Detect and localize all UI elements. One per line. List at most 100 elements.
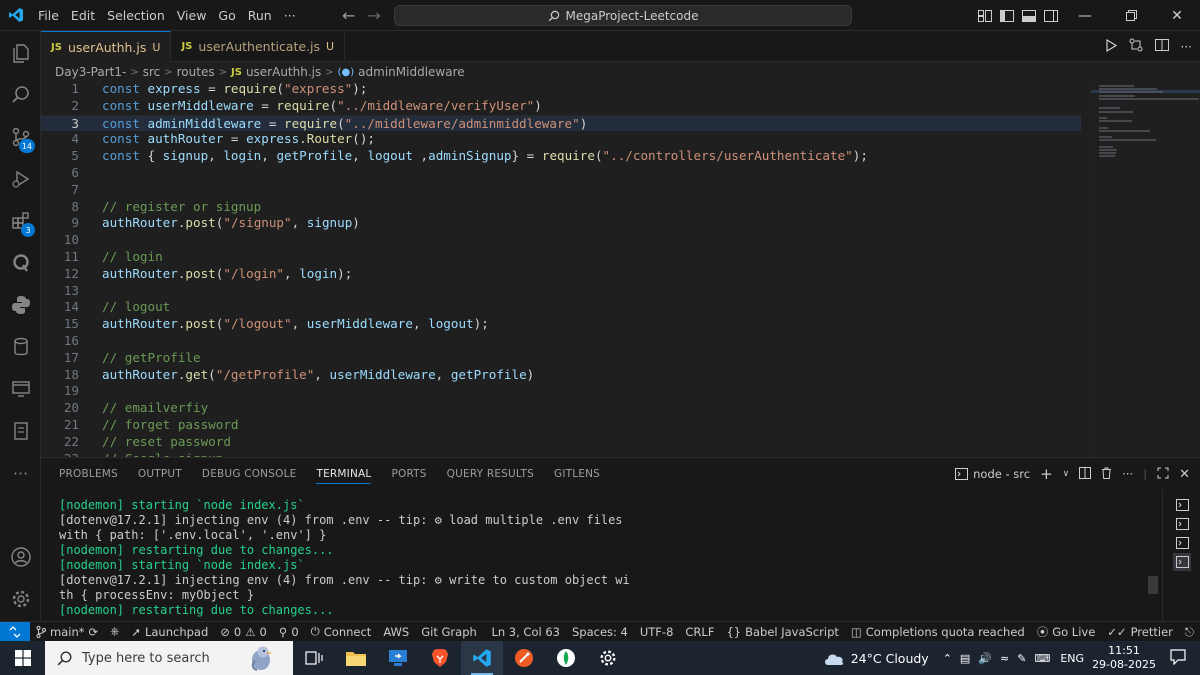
remote-explorer-icon[interactable] [0, 369, 41, 409]
code-line[interactable]: 11 // login [41, 249, 1081, 266]
pen-icon[interactable]: ✎ [1017, 652, 1026, 665]
settings-gear-icon[interactable] [587, 641, 629, 675]
tab-terminal[interactable]: TERMINAL [316, 464, 372, 484]
settings-gear-icon[interactable] [0, 579, 41, 619]
more-actions-icon[interactable]: ··· [1122, 467, 1133, 481]
code-line[interactable]: 12 authRouter.post("/login", login); [41, 266, 1081, 283]
terminal-output[interactable]: [nodemon] starting `node index.js` [doten… [59, 498, 1139, 618]
maximize-panel-icon[interactable] [1157, 467, 1169, 482]
brave-browser-icon[interactable] [419, 641, 461, 675]
terminal-instance-icon[interactable] [1173, 496, 1191, 514]
chevron-up-icon[interactable]: ⌃ [943, 652, 952, 665]
menu-run[interactable]: Run [242, 0, 278, 31]
terminal-instance-icon[interactable] [1173, 515, 1191, 533]
code-line[interactable]: 18 authRouter.get("/getProfile", userMidd… [41, 367, 1081, 384]
breadcrumb-item[interactable]: src [143, 65, 161, 79]
code-line[interactable]: 2 const userMiddleware = require("../midd… [41, 98, 1081, 115]
run-debug-icon[interactable] [0, 159, 41, 199]
git-graph-button[interactable]: Git Graph [415, 625, 483, 639]
forward-arrow-icon[interactable]: → [367, 6, 380, 25]
menu-view[interactable]: View [171, 0, 213, 31]
back-arrow-icon[interactable]: ← [342, 6, 355, 25]
code-line[interactable]: 10 [41, 232, 1081, 249]
vscode-taskbar-icon[interactable] [461, 641, 503, 675]
mongodb-compass-icon[interactable] [545, 641, 587, 675]
breadcrumb-item[interactable]: Day3-Part1- [55, 65, 126, 79]
breadcrumb-item[interactable]: userAuthh.js [246, 65, 321, 79]
new-terminal-icon[interactable]: + [1040, 465, 1053, 483]
terminal-selector[interactable]: node - src [955, 467, 1030, 481]
cursor-position[interactable]: Ln 3, Col 63 [485, 625, 566, 639]
go-live-button[interactable]: ⦿ Go Live [1031, 624, 1102, 640]
minimap[interactable] [1090, 81, 1200, 457]
split-terminal-icon[interactable] [1079, 466, 1092, 482]
source-control-icon[interactable]: 14 [0, 117, 41, 157]
code-line[interactable]: 14 // logout [41, 299, 1081, 316]
menu-file[interactable]: File [32, 0, 65, 31]
remote-desktop-icon[interactable] [377, 641, 419, 675]
gitlens-icon[interactable]: ⎈ [104, 624, 125, 639]
close-icon[interactable]: ✕ [1154, 0, 1200, 31]
code-line[interactable]: 1 const express = require("express"); [41, 81, 1081, 98]
tab-problems[interactable]: PROBLEMS [59, 468, 118, 480]
toggle-panel-icon[interactable] [1018, 0, 1040, 31]
prettier-button[interactable]: ✓✓ Prettier [1101, 625, 1179, 639]
search-activity-icon[interactable] [0, 75, 41, 115]
run-file-icon[interactable] [1105, 38, 1117, 55]
code-line[interactable]: 16 [41, 333, 1081, 350]
split-editor-icon[interactable] [1154, 39, 1169, 54]
more-views-icon[interactable]: ··· [0, 453, 41, 493]
toggle-secondary-sidebar-icon[interactable] [1040, 0, 1062, 31]
code-editor[interactable]: 1 const express = require("express"); 2 con… [41, 81, 1200, 457]
compare-changes-icon[interactable] [1129, 38, 1143, 55]
clock[interactable]: 11:51 29-08-2025 [1092, 644, 1156, 672]
chevron-down-icon[interactable]: ∨ [1063, 469, 1070, 479]
keyboard-icon[interactable]: ⌨ [1034, 652, 1050, 665]
minimize-icon[interactable]: — [1062, 0, 1108, 31]
weather-widget[interactable]: 24°C Cloudy [823, 651, 929, 666]
code-line[interactable]: 8 // register or signup [41, 199, 1081, 216]
sync-icon[interactable]: ⟳ [88, 625, 98, 639]
file-explorer-icon[interactable] [335, 641, 377, 675]
menu-more[interactable]: ··· [278, 0, 302, 31]
encoding[interactable]: UTF-8 [634, 625, 680, 639]
language-mode[interactable]: {} Babel JavaScript [720, 625, 844, 639]
wifi-icon[interactable]: ≈ [1000, 652, 1009, 665]
tab-gitlens[interactable]: GITLENS [554, 468, 600, 480]
tab-debug-console[interactable]: DEBUG CONSOLE [202, 468, 297, 480]
terminal-instance-icon[interactable] [1173, 553, 1191, 571]
more-actions-icon[interactable]: ··· [1181, 40, 1192, 54]
tab-query-results[interactable]: QUERY RESULTS [447, 468, 534, 480]
code-line[interactable]: 9 authRouter.post("/signup", signup) [41, 215, 1081, 232]
tab-output[interactable]: OUTPUT [138, 468, 182, 480]
branch-indicator[interactable]: main* ⟳ [30, 625, 104, 639]
accounts-icon[interactable] [0, 537, 41, 577]
explorer-icon[interactable] [0, 33, 41, 73]
ports-indicator[interactable]: ⚲ 0 [273, 625, 305, 639]
breadcrumb-item[interactable]: routes [177, 65, 215, 79]
restore-icon[interactable] [1108, 0, 1154, 31]
notification-center-icon[interactable] [1170, 648, 1186, 668]
end-of-line[interactable]: CRLF [679, 625, 720, 639]
problems-indicator[interactable]: ⊘ 0 ⚠ 0 [214, 625, 273, 639]
menu-selection[interactable]: Selection [101, 0, 171, 31]
code-line[interactable]: 19 [41, 383, 1081, 400]
terminal-scrollbar[interactable] [1148, 576, 1158, 594]
code-line[interactable]: 22 // reset password [41, 434, 1081, 451]
tab-userauthh[interactable]: JS userAuthh.js U [41, 31, 172, 62]
notifications-bell-icon[interactable]: ⎋ [1179, 625, 1200, 640]
remote-indicator-icon[interactable] [0, 621, 30, 642]
menu-edit[interactable]: Edit [65, 0, 101, 31]
code-line[interactable]: 20 // emailverfiy [41, 400, 1081, 417]
code-line[interactable]: 21 // forget password [41, 417, 1081, 434]
database-icon[interactable] [0, 327, 41, 367]
code-line[interactable]: 13 [41, 283, 1081, 300]
taskbar-search[interactable]: Type here to search [45, 641, 293, 675]
code-line[interactable]: 17 // getProfile [41, 350, 1081, 367]
aws-button[interactable]: AWS [377, 625, 415, 639]
task-view-icon[interactable] [293, 641, 335, 675]
meet-now-icon[interactable]: ▤ [960, 652, 970, 665]
code-line[interactable]: 4 const authRouter = express.Router(); [41, 131, 1081, 148]
terminal-instance-icon[interactable] [1173, 534, 1191, 552]
close-panel-icon[interactable]: ✕ [1179, 467, 1190, 482]
